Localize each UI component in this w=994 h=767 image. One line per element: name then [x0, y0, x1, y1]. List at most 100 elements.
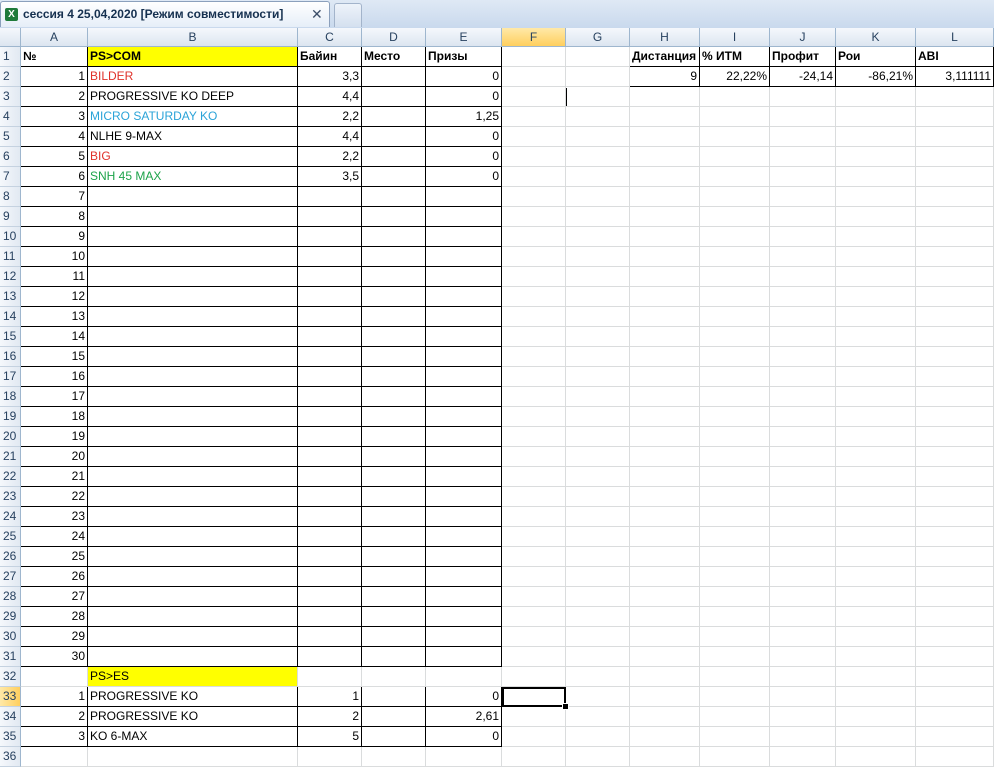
empty-cell[interactable] — [916, 247, 994, 267]
row-header-5[interactable]: 5 — [0, 127, 21, 147]
empty-cell[interactable] — [700, 87, 770, 107]
empty-cell[interactable] — [770, 407, 836, 427]
tournament-place[interactable] — [362, 67, 426, 87]
empty-cell[interactable] — [566, 427, 630, 447]
tournament-empty-cell[interactable] — [426, 547, 502, 567]
empty-cell[interactable] — [630, 667, 700, 687]
empty-cell[interactable] — [700, 407, 770, 427]
tournament-empty-cell[interactable] — [426, 647, 502, 667]
empty-cell[interactable] — [700, 487, 770, 507]
tournament-empty-cell[interactable] — [298, 227, 362, 247]
empty-cell[interactable] — [502, 127, 566, 147]
empty-cell[interactable] — [916, 527, 994, 547]
empty-cell[interactable] — [630, 467, 700, 487]
empty-cell[interactable] — [836, 427, 916, 447]
empty-cell[interactable] — [836, 647, 916, 667]
tournament-number[interactable]: 3 — [21, 107, 88, 127]
empty-cell[interactable] — [770, 367, 836, 387]
empty-cell[interactable] — [566, 627, 630, 647]
tournament-buyin[interactable]: 5 — [298, 727, 362, 747]
empty-cell[interactable] — [916, 307, 994, 327]
tournament-empty-cell[interactable] — [362, 407, 426, 427]
empty-cell[interactable] — [502, 567, 566, 587]
tournament-prize[interactable]: 0 — [426, 67, 502, 87]
tournament-name[interactable]: NLHE 9-MAX — [88, 127, 298, 147]
tournament-empty-cell[interactable] — [426, 587, 502, 607]
empty-cell[interactable] — [630, 567, 700, 587]
tournament-number[interactable]: 17 — [21, 387, 88, 407]
tournament-empty-cell[interactable] — [362, 287, 426, 307]
empty-cell[interactable] — [630, 747, 700, 767]
tournament-name[interactable]: SNH 45 MAX — [88, 167, 298, 187]
close-tab-icon[interactable]: ✕ — [311, 6, 323, 23]
select-all-corner[interactable] — [0, 28, 21, 47]
tournament-name[interactable]: KO 6-MAX — [88, 727, 298, 747]
tournament-empty-cell[interactable] — [298, 427, 362, 447]
row-header-1[interactable]: 1 — [0, 47, 21, 67]
empty-cell[interactable] — [502, 47, 566, 67]
empty-cell[interactable] — [502, 707, 566, 727]
tournament-empty-cell[interactable] — [362, 647, 426, 667]
empty-cell[interactable] — [916, 487, 994, 507]
row-header-20[interactable]: 20 — [0, 427, 21, 447]
empty-cell[interactable] — [566, 747, 630, 767]
empty-cell[interactable] — [630, 387, 700, 407]
empty-cell[interactable] — [836, 127, 916, 147]
empty-cell[interactable] — [770, 127, 836, 147]
tournament-number[interactable]: 14 — [21, 327, 88, 347]
empty-cell[interactable] — [502, 447, 566, 467]
empty-cell[interactable] — [770, 327, 836, 347]
empty-cell[interactable] — [770, 427, 836, 447]
tournament-number[interactable]: 1 — [21, 687, 88, 707]
tournament-number[interactable]: 5 — [21, 147, 88, 167]
empty-cell[interactable] — [502, 367, 566, 387]
empty-cell[interactable] — [916, 507, 994, 527]
row-header-16[interactable]: 16 — [0, 347, 21, 367]
empty-cell[interactable] — [362, 667, 426, 687]
tournament-empty-cell[interactable] — [426, 347, 502, 367]
empty-cell[interactable] — [566, 467, 630, 487]
empty-cell[interactable] — [298, 667, 362, 687]
empty-cell[interactable] — [770, 447, 836, 467]
row-header-19[interactable]: 19 — [0, 407, 21, 427]
empty-cell[interactable] — [700, 227, 770, 247]
empty-cell[interactable] — [700, 267, 770, 287]
row-header-27[interactable]: 27 — [0, 567, 21, 587]
row-header-3[interactable]: 3 — [0, 87, 21, 107]
tournament-empty-cell[interactable] — [298, 207, 362, 227]
row-header-15[interactable]: 15 — [0, 327, 21, 347]
empty-cell[interactable] — [836, 247, 916, 267]
empty-cell[interactable] — [630, 707, 700, 727]
tournament-empty-cell[interactable] — [426, 207, 502, 227]
tournament-empty-cell[interactable] — [362, 307, 426, 327]
empty-cell[interactable] — [502, 527, 566, 547]
empty-cell[interactable] — [426, 667, 502, 687]
empty-cell[interactable] — [502, 667, 566, 687]
stats-header[interactable]: % ИТМ — [700, 47, 770, 67]
row-header-14[interactable]: 14 — [0, 307, 21, 327]
row-header-4[interactable]: 4 — [0, 107, 21, 127]
tournament-empty-cell[interactable] — [298, 247, 362, 267]
tournament-empty-cell[interactable] — [298, 327, 362, 347]
empty-cell[interactable] — [700, 207, 770, 227]
empty-cell[interactable] — [630, 687, 700, 707]
tournament-number[interactable]: 28 — [21, 607, 88, 627]
stats-value[interactable]: -24,14 — [770, 67, 836, 87]
tournament-empty-cell[interactable] — [88, 227, 298, 247]
empty-cell[interactable] — [916, 747, 994, 767]
new-tab-button[interactable] — [334, 3, 362, 27]
tournament-number[interactable]: 19 — [21, 427, 88, 447]
row-header-18[interactable]: 18 — [0, 387, 21, 407]
empty-cell[interactable] — [700, 427, 770, 447]
column-header-d[interactable]: D — [362, 28, 426, 47]
tournament-empty-cell[interactable] — [298, 567, 362, 587]
empty-cell[interactable] — [630, 287, 700, 307]
tournament-empty-cell[interactable] — [362, 527, 426, 547]
stats-value[interactable]: 9 — [630, 67, 700, 87]
empty-cell[interactable] — [566, 307, 630, 327]
empty-cell[interactable] — [770, 207, 836, 227]
empty-cell[interactable] — [916, 587, 994, 607]
empty-cell[interactable] — [630, 607, 700, 627]
empty-cell[interactable] — [362, 747, 426, 767]
row-header-30[interactable]: 30 — [0, 627, 21, 647]
